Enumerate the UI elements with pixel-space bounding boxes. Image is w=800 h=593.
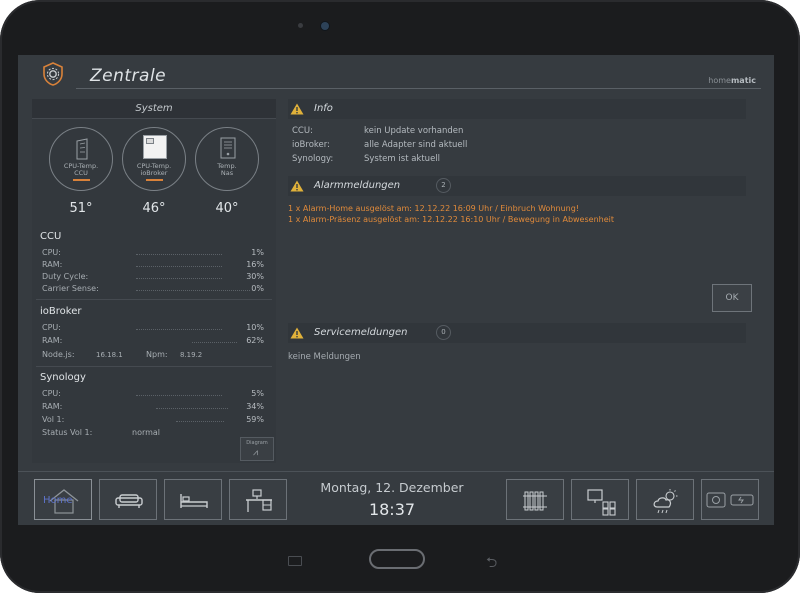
tablet-frame: Zentrale homematic System CPU-Temp. CCU … (0, 0, 800, 593)
gauge-ccu-temp: CPU-Temp. CCU (49, 127, 113, 191)
nav-devices-button[interactable] (571, 479, 629, 520)
page-title: Zentrale (90, 66, 167, 86)
nav-heating-button[interactable] (506, 479, 564, 520)
ccu-duty-cycle-row: Duty Cycle: 30% (42, 272, 264, 281)
gauge-label: Nas (220, 169, 234, 177)
camera-lens (321, 22, 329, 30)
nav-office-button[interactable] (229, 479, 287, 520)
gauge-label: CCU (74, 169, 88, 177)
alarm-item: 1 x Alarm-Home ausgelöst am: 12.12.22 16… (288, 204, 580, 213)
npm-label: Npm: (146, 350, 168, 359)
info-row-synology: Synology: System ist aktuell (292, 154, 441, 164)
info-row-ccu: CCU: kein Update vorhanden (292, 126, 464, 136)
service-empty-text: keine Meldungen (288, 352, 361, 362)
gauge-label: ioBroker (140, 169, 168, 177)
top-bar: Zentrale homematic (18, 55, 774, 91)
cpu-tower-icon (76, 138, 88, 160)
iobroker-cpu-row: CPU: 10% (42, 323, 264, 332)
info-header: Info (288, 99, 746, 119)
synology-title: Synology (40, 372, 86, 383)
synology-ram-row: RAM: 34% (42, 402, 264, 411)
service-header: Servicemeldungen 0 (288, 323, 746, 343)
date-display: Montag, 12. Dezember (320, 480, 464, 495)
synology-vol1-row: Vol 1: 59% (42, 415, 264, 424)
gauge-accent-bar (73, 179, 90, 181)
home-hw-button[interactable] (369, 549, 425, 569)
alarm-item: 1 x Alarm-Präsenz ausgelöst am: 12.12.22… (288, 215, 614, 224)
nav-living-room-button[interactable] (99, 479, 157, 520)
status-value: normal (132, 428, 161, 437)
section-divider (36, 299, 272, 300)
nav-energy-button[interactable] (701, 479, 759, 520)
weather-icon (653, 489, 678, 514)
service-count-badge: 0 (436, 325, 451, 340)
ccu-carrier-sense-row: Carrier Sense: 0% (42, 284, 264, 293)
info-row-iobroker: ioBroker: alle Adapter sind aktuell (292, 140, 468, 150)
time-display: 18:37 (368, 500, 416, 519)
synology-cpu-row: CPU: 5% (42, 389, 264, 398)
gauge-value: 46° (142, 201, 166, 216)
back-hw-icon[interactable]: ⮌ (486, 552, 497, 576)
network-devices-icon (587, 489, 616, 516)
bottom-nav: Home Montag, 12. Dezember 18:37 (18, 471, 774, 525)
system-panel: System CPU-Temp. CCU 51° CPU-Temp. ioBro… (32, 99, 276, 463)
home-label: Home (43, 495, 73, 506)
npm-version: 8.19.2 (180, 351, 203, 359)
alarm-header: Alarmmeldungen 2 (288, 176, 746, 196)
section-divider (36, 366, 272, 367)
ccu-title: CCU (40, 231, 62, 242)
ok-button[interactable]: OK (712, 284, 752, 312)
ccu-ram-row: RAM: 16% (42, 260, 264, 269)
sofa-icon (115, 494, 143, 508)
diagram-button[interactable]: Diagram ⩘ (240, 437, 274, 461)
gauge-accent-bar (146, 179, 163, 181)
gauge-nas-temp: Temp. Nas (195, 127, 259, 191)
gauge-value: 40° (215, 201, 239, 216)
title-divider (76, 88, 761, 89)
brand-logo: homematic (708, 76, 756, 85)
gauge-value: 51° (69, 201, 93, 216)
gauge-iobroker-temp: CPU-Temp. ioBroker (122, 127, 186, 191)
iobroker-ram-row: RAM: 62% (42, 336, 264, 345)
recent-apps-hw-button[interactable] (288, 556, 302, 566)
app-screen: Zentrale homematic System CPU-Temp. CCU … (18, 55, 774, 525)
bed-icon (180, 494, 208, 508)
alarm-count-badge: 2 (436, 178, 451, 193)
synology-status-row: Status Vol 1: normal (42, 428, 161, 437)
power-plug-icon (706, 492, 754, 508)
chart-icon: ⩘ (253, 448, 259, 458)
warning-icon (290, 180, 304, 192)
radiator-icon (523, 491, 547, 511)
system-title: System (32, 99, 276, 119)
nas-icon (220, 137, 236, 159)
nav-bedroom-button[interactable] (164, 479, 222, 520)
iobroker-title: ioBroker (40, 306, 82, 317)
iobroker-versions-row: Node.js: 16.18.1 Npm: 8.19.2 (42, 350, 203, 359)
shield-gear-icon (43, 62, 63, 86)
warning-icon (290, 327, 304, 339)
nav-home-button[interactable]: Home (34, 479, 92, 520)
broken-image-icon (143, 135, 167, 159)
warning-icon (290, 103, 304, 115)
nav-weather-button[interactable] (636, 479, 694, 520)
sensor-dot (298, 23, 303, 28)
nodejs-version: 16.18.1 (96, 351, 123, 359)
desk-icon (246, 489, 272, 512)
ccu-cpu-row: CPU: 1% (42, 248, 264, 257)
